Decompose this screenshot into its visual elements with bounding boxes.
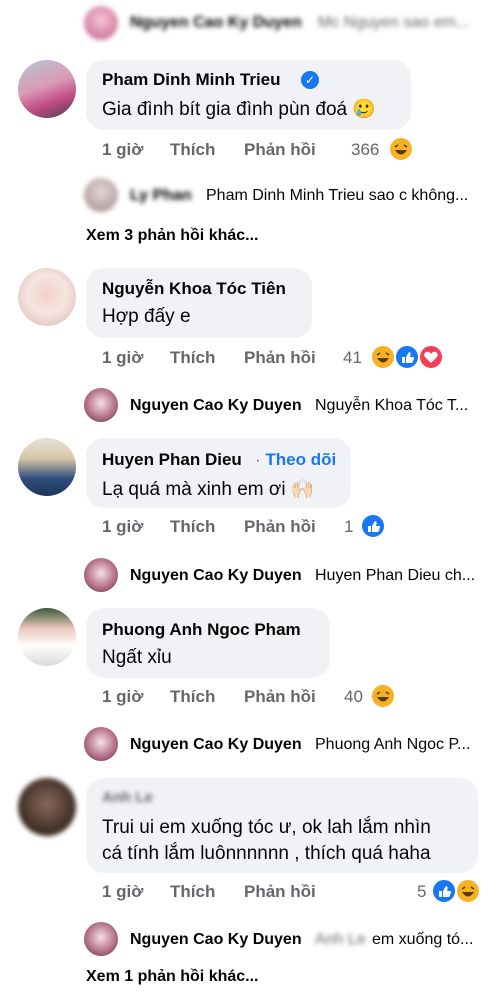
reply-button[interactable]: Phản hồi — [244, 517, 316, 537]
comment-time[interactable]: 1 giờ — [102, 517, 143, 537]
commenter-name[interactable]: Anh Le — [102, 789, 153, 806]
reply-button[interactable]: Phản hồi — [244, 882, 316, 902]
follow-link[interactable]: · Theo dõi — [255, 450, 336, 470]
haha-reaction-icon — [388, 136, 414, 162]
reply-author-name[interactable]: Nguyen Cao Ky Duyen — [130, 14, 302, 32]
reaction-count[interactable]: 41 — [343, 348, 362, 368]
comment-text: Lạ quá mà xinh em ơi 🙌🏻 — [102, 479, 315, 500]
comment-text: Ngất xỉu — [102, 647, 172, 668]
reply-text: em xuống tó... — [372, 931, 474, 948]
comment-time[interactable]: 1 giờ — [102, 687, 143, 707]
reaction-count[interactable]: 40 — [344, 687, 363, 707]
reply-text: Phuong Anh Ngoc P... — [315, 736, 471, 753]
reply-author-name[interactable]: Nguyen Cao Ky Duyen — [130, 397, 302, 415]
reply-author-name[interactable]: Ly Phan — [130, 187, 192, 205]
comment-text: Hợp đấy e — [102, 306, 191, 327]
haha-reaction-icon — [370, 683, 396, 709]
reaction-count[interactable]: 5 — [417, 882, 426, 902]
follow-label[interactable]: Theo dõi — [265, 450, 336, 469]
haha-reaction-icon — [455, 878, 481, 904]
commenter-name[interactable]: Nguyễn Khoa Tóc Tiên — [102, 279, 286, 299]
like-button[interactable]: Thích — [170, 687, 215, 707]
comment-text-line-1: Trui ui em xuống tóc ư, ok lah lắm nhìn — [102, 817, 431, 838]
commenter-avatar[interactable] — [18, 268, 76, 326]
reply-avatar[interactable] — [84, 6, 118, 40]
view-more-replies-link[interactable]: Xem 3 phản hồi khác... — [86, 227, 259, 245]
reply-text: Pham Dinh Minh Trieu sao c không... — [206, 187, 469, 204]
view-more-replies-link[interactable]: Xem 1 phản hồi khác... — [86, 968, 259, 986]
reaction-count[interactable]: 1 — [344, 517, 353, 537]
like-reaction-icon — [360, 513, 386, 539]
comment-text: Gia đình bít gia đình pùn đoá 🥲 — [102, 99, 377, 120]
comment-time[interactable]: 1 giờ — [102, 140, 143, 160]
reply-text: Mc Nguyen sao em... — [318, 14, 470, 31]
reply-button[interactable]: Phản hồi — [244, 348, 316, 368]
like-button[interactable]: Thích — [170, 882, 215, 902]
reply-text: Nguyễn Khoa Tóc T... — [315, 397, 469, 414]
like-reaction-icon — [394, 344, 420, 370]
reply-avatar[interactable] — [84, 178, 118, 212]
reply-avatar[interactable] — [84, 558, 118, 592]
reply-avatar[interactable] — [84, 727, 118, 761]
like-button[interactable]: Thích — [170, 348, 215, 368]
reply-author-name[interactable]: Nguyen Cao Ky Duyen — [130, 931, 302, 949]
reply-button[interactable]: Phản hồi — [244, 687, 316, 707]
reply-button[interactable]: Phản hồi — [244, 140, 316, 160]
commenter-avatar[interactable] — [18, 778, 76, 836]
reaction-count[interactable]: 366 — [351, 140, 379, 160]
like-button[interactable]: Thích — [170, 517, 215, 537]
commenter-avatar[interactable] — [18, 438, 76, 496]
commenter-name[interactable]: Huyen Phan Dieu — [102, 450, 242, 470]
comment-time[interactable]: 1 giờ — [102, 882, 143, 902]
commenter-name[interactable]: Pham Dinh Minh Trieu — [102, 70, 281, 90]
reply-avatar[interactable] — [84, 922, 118, 956]
verified-badge-icon: ✓ — [301, 71, 319, 89]
commenter-name[interactable]: Phuong Anh Ngoc Pham — [102, 620, 301, 640]
like-button[interactable]: Thích — [170, 140, 215, 160]
comment-time[interactable]: 1 giờ — [102, 348, 143, 368]
reply-text: Huyen Phan Dieu ch... — [315, 567, 476, 584]
reply-avatar[interactable] — [84, 388, 118, 422]
love-reaction-icon — [418, 344, 444, 370]
reply-author-name[interactable]: Nguyen Cao Ky Duyen — [130, 567, 302, 585]
commenter-avatar[interactable] — [18, 60, 76, 118]
commenter-avatar[interactable] — [18, 608, 76, 666]
reply-mention[interactable]: Anh Le — [315, 931, 366, 949]
haha-reaction-icon — [370, 344, 396, 370]
reply-author-name[interactable]: Nguyen Cao Ky Duyen — [130, 736, 302, 754]
comment-text-line-2: cá tính lắm luônnnnnn , thích quá haha — [102, 843, 431, 864]
like-reaction-icon — [431, 878, 457, 904]
